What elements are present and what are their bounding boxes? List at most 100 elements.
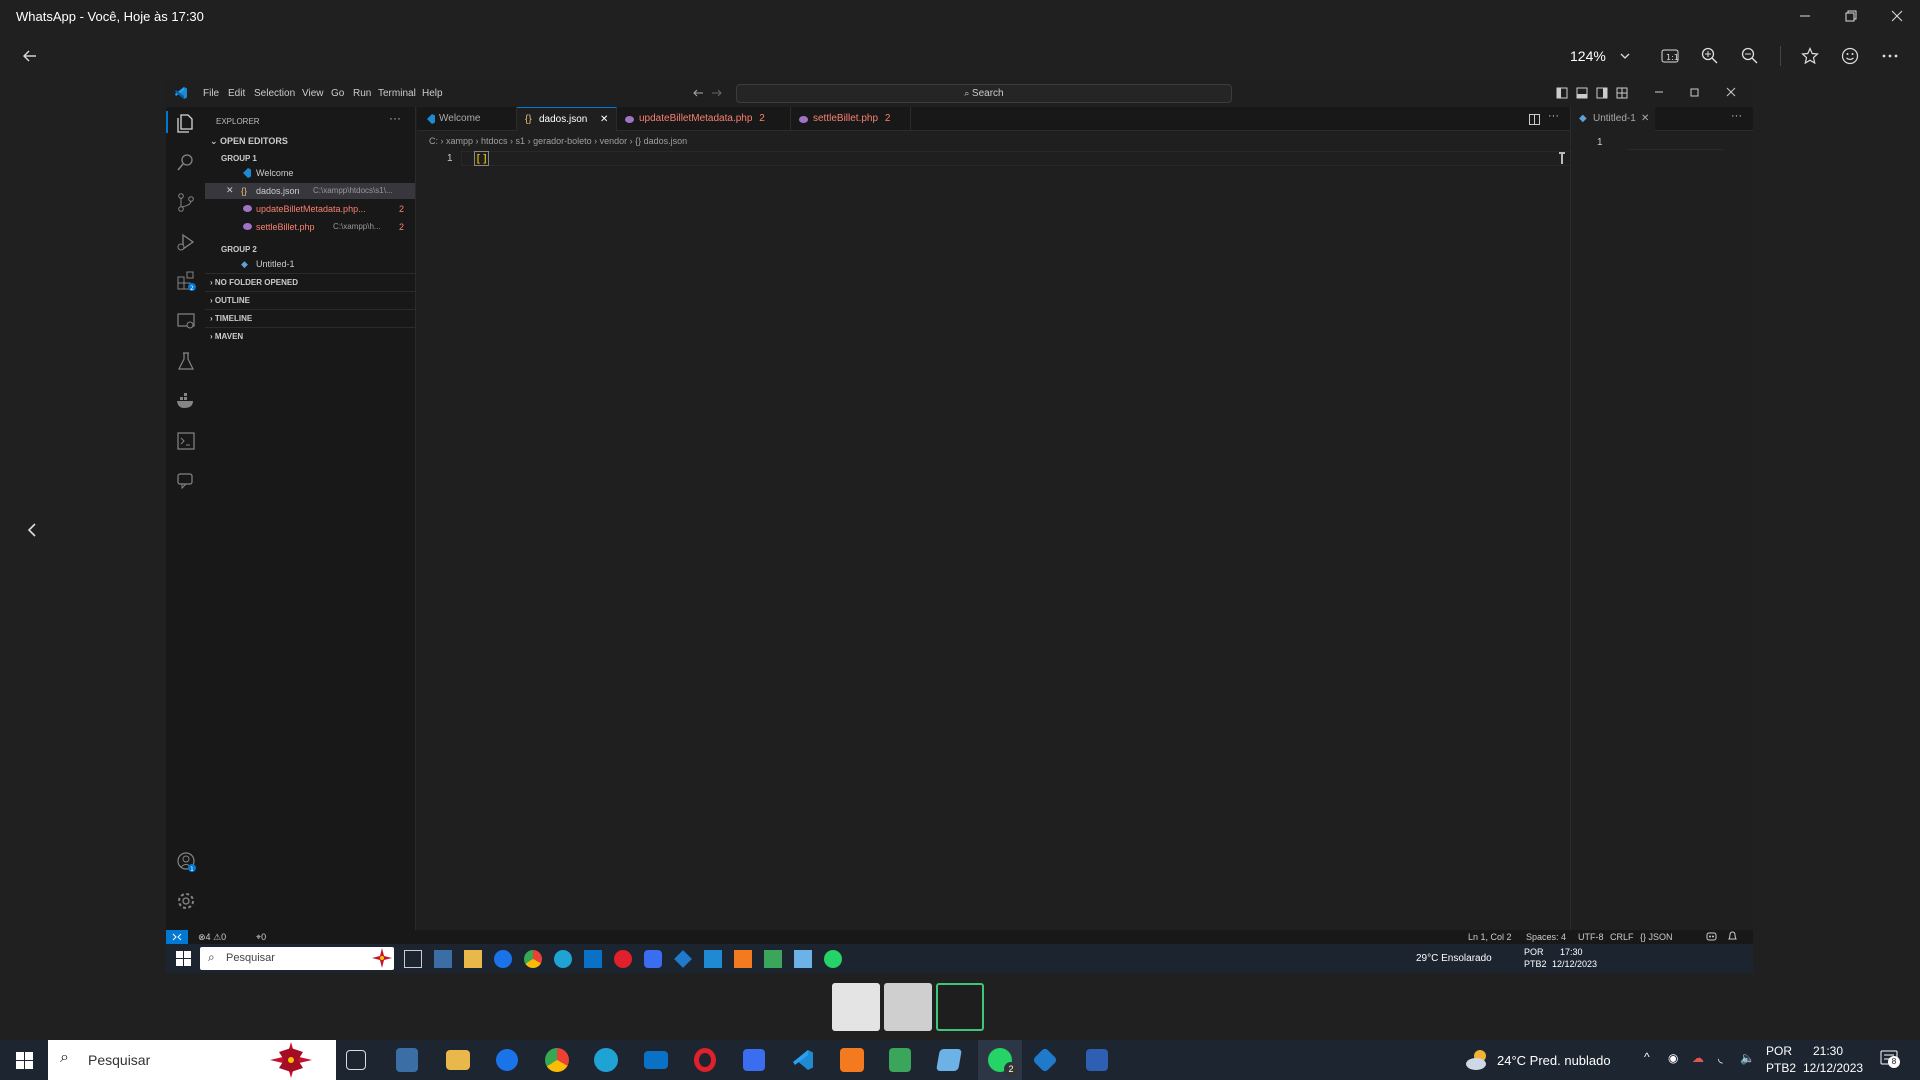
- explorer-more-icon[interactable]: ···: [389, 111, 401, 125]
- remote-indicator[interactable]: [166, 930, 188, 944]
- spreadsheet-icon[interactable]: [889, 1048, 911, 1072]
- inner-layout[interactable]: PTB2: [1524, 959, 1547, 969]
- skype-icon[interactable]: [496, 1049, 518, 1071]
- task-view-icon[interactable]: [346, 1050, 366, 1070]
- nav-back-icon[interactable]: [692, 87, 704, 99]
- actual-size-icon[interactable]: 1:1: [1654, 40, 1686, 72]
- chevron-down-icon[interactable]: [1609, 40, 1641, 72]
- tab-welcome[interactable]: Welcome: [417, 107, 517, 131]
- xampp-icon[interactable]: [840, 1048, 864, 1072]
- toggle-secondary-sidebar-icon[interactable]: [1596, 87, 1608, 99]
- section-no-folder[interactable]: › NO FOLDER OPENED: [210, 278, 298, 287]
- opera-icon[interactable]: [694, 1048, 716, 1072]
- open-editors-section[interactable]: ⌄ OPEN EDITORS: [210, 136, 288, 147]
- power-automate-icon[interactable]: [743, 1049, 765, 1071]
- source-control-icon[interactable]: [175, 191, 197, 213]
- thumbnail-3-selected[interactable]: [936, 983, 984, 1031]
- breadcrumb-item[interactable]: s1: [516, 136, 526, 146]
- encoding[interactable]: UTF-8: [1578, 932, 1604, 942]
- testing-flask-icon[interactable]: [175, 350, 197, 372]
- weather-text[interactable]: 24°C Pred. nublado: [1497, 1053, 1611, 1068]
- vscode-taskbar-icon[interactable]: [792, 1049, 814, 1071]
- open-editor-welcome[interactable]: Welcome: [205, 165, 415, 181]
- close-icon[interactable]: ✕: [226, 185, 234, 196]
- emoji-reaction-icon[interactable]: [1834, 40, 1866, 72]
- dev-tool-icon[interactable]: [1032, 1047, 1058, 1073]
- search-icon[interactable]: [175, 151, 197, 173]
- thumbnail-2[interactable]: [884, 983, 932, 1031]
- open-editor-update-billet[interactable]: updateBilletMetadata.php... 2: [205, 201, 415, 217]
- menu-help[interactable]: Help: [422, 88, 443, 99]
- breadcrumb-item[interactable]: {} dados.json: [635, 136, 687, 146]
- chat-comments-icon[interactable]: [175, 469, 197, 491]
- inner-time[interactable]: 17:30: [1560, 947, 1583, 957]
- ports-indicator[interactable]: ⌖0: [256, 932, 266, 943]
- powershell-icon[interactable]: [1086, 1049, 1108, 1071]
- language-mode[interactable]: {} JSON: [1640, 932, 1673, 942]
- close-icon[interactable]: ✕: [600, 108, 608, 132]
- docker-whale-icon[interactable]: [175, 390, 197, 412]
- breadcrumb-item[interactable]: C:: [429, 136, 438, 146]
- open-editor-settle-billet[interactable]: settleBillet.php C:\xampp\h... 2: [205, 219, 415, 235]
- indentation[interactable]: Spaces: 4: [1526, 932, 1566, 942]
- accounts-icon[interactable]: 1: [175, 850, 197, 872]
- tab-update-billet-metadata[interactable]: updateBilletMetadata.php 2: [617, 107, 791, 131]
- restore-button[interactable]: [1831, 4, 1871, 28]
- zoom-out-icon[interactable]: [1734, 40, 1766, 72]
- clock-time[interactable]: 21:30: [1813, 1044, 1843, 1058]
- breadcrumb-item[interactable]: htdocs: [481, 136, 508, 146]
- menu-go[interactable]: Go: [331, 88, 344, 99]
- dev-tool-icon[interactable]: [674, 950, 692, 968]
- line-ending[interactable]: CRLF: [1610, 932, 1634, 942]
- skype-icon[interactable]: [494, 950, 512, 968]
- inner-lang[interactable]: POR: [1524, 947, 1544, 957]
- tab-untitled-1[interactable]: ◆ Untitled-1 ✕: [1571, 107, 1655, 131]
- close-button[interactable]: [1877, 4, 1917, 28]
- zoom-in-icon[interactable]: [1694, 40, 1726, 72]
- nav-forward-icon[interactable]: [711, 87, 723, 99]
- run-debug-icon[interactable]: [175, 231, 197, 253]
- tab-dados-json[interactable]: {} dados.json ✕: [517, 107, 617, 131]
- open-editor-untitled[interactable]: ◆ Untitled-1: [205, 256, 415, 272]
- vscode-taskbar-icon[interactable]: [704, 950, 722, 968]
- volume-icon[interactable]: 🔈: [1740, 1051, 1755, 1065]
- tray-chevron-up-icon[interactable]: ^: [1644, 1050, 1650, 1064]
- edge-icon[interactable]: [594, 1048, 618, 1072]
- problems-indicator[interactable]: ⊗4 ⚠0: [198, 932, 226, 943]
- menu-file[interactable]: File: [203, 88, 219, 99]
- whatsapp-icon[interactable]: [824, 950, 842, 968]
- windows-start-icon[interactable]: [16, 1052, 33, 1069]
- mail-icon[interactable]: [644, 1051, 668, 1069]
- keyboard-layout[interactable]: PTB2: [1766, 1061, 1796, 1075]
- menu-terminal[interactable]: Terminal: [378, 88, 416, 99]
- chrome-icon[interactable]: [545, 1048, 569, 1072]
- customize-layout-icon[interactable]: [1616, 87, 1628, 99]
- menu-edit[interactable]: Edit: [228, 88, 245, 99]
- vscode-minimize-icon[interactable]: [1654, 87, 1664, 97]
- section-timeline[interactable]: › TIMELINE: [210, 314, 252, 323]
- calculator-icon[interactable]: [396, 1048, 418, 1072]
- close-icon[interactable]: ✕: [1641, 107, 1649, 131]
- notes-icon[interactable]: [794, 950, 812, 968]
- command-search-input[interactable]: ⌕ Search: [736, 84, 1232, 103]
- file-explorer-icon[interactable]: [464, 950, 482, 968]
- section-outline[interactable]: › OUTLINE: [210, 296, 250, 305]
- tab-settle-billet[interactable]: settleBillet.php 2: [791, 107, 911, 131]
- cursor-position[interactable]: Ln 1, Col 2: [1468, 932, 1512, 942]
- chrome-icon[interactable]: [524, 950, 542, 968]
- menu-view[interactable]: View: [302, 88, 324, 99]
- toggle-sidebar-icon[interactable]: [1556, 87, 1568, 99]
- task-view-icon[interactable]: [404, 950, 422, 968]
- inner-date[interactable]: 12/12/2023: [1552, 959, 1597, 969]
- terminal-panel-icon[interactable]: [175, 430, 197, 452]
- notification-center-icon[interactable]: 8: [1880, 1050, 1900, 1068]
- remote-explorer-icon[interactable]: [175, 310, 197, 332]
- menu-run[interactable]: Run: [353, 88, 371, 99]
- code-text[interactable]: []: [473, 151, 490, 166]
- more-options-icon[interactable]: [1874, 40, 1906, 72]
- record-icon[interactable]: ◉: [1668, 1051, 1678, 1065]
- editor-more-icon[interactable]: ···: [1731, 110, 1742, 122]
- back-arrow-icon[interactable]: [14, 40, 46, 72]
- explorer-files-icon[interactable]: [175, 112, 197, 134]
- windows-start-icon[interactable]: [176, 951, 191, 966]
